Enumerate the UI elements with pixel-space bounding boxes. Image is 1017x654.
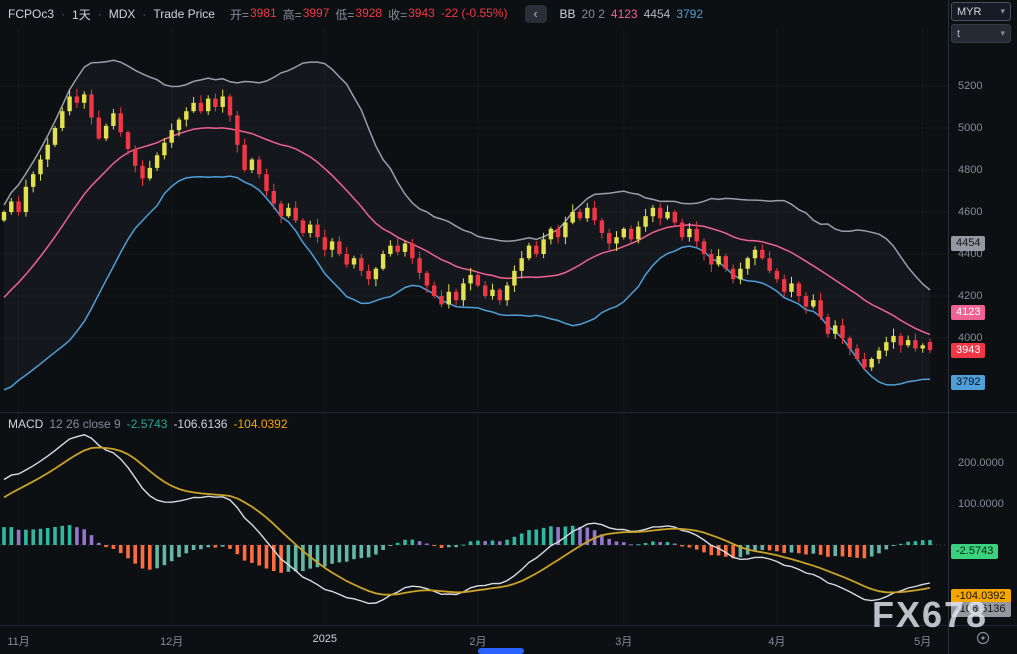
macd-legend[interactable]: MACD 12 26 close 9 -2.5743 -106.6136 -10… xyxy=(8,417,288,431)
time-axis-label: 3月 xyxy=(615,633,632,649)
scroll-to-realtime-icon[interactable] xyxy=(975,630,991,646)
chart-legend-bar[interactable]: FCPOc3 · 1天 · MDX · Trade Price 开=3981 高… xyxy=(0,0,957,28)
currency-value: MYR xyxy=(957,6,981,18)
collapse-legend-button[interactable]: ‹ xyxy=(525,5,547,23)
exchange-label: MDX xyxy=(109,7,136,21)
pane-divider[interactable] xyxy=(0,412,1017,413)
unit-dropdown[interactable]: t ▾ xyxy=(951,24,1011,43)
right-price-axis[interactable]: MYR ▾ t ▾ 5200500048004600440042004000 2… xyxy=(949,0,1017,654)
price-axis-tick: 5000 xyxy=(958,122,982,134)
price-axis-divider xyxy=(948,0,949,654)
price-axis-tick: 4800 xyxy=(958,164,982,176)
macd-params: 12 26 close 9 xyxy=(49,417,120,431)
bb-name: BB xyxy=(560,7,576,21)
high-value: 3997 xyxy=(303,6,330,23)
price-axis-tick: 4200 xyxy=(958,290,982,302)
time-axis-divider xyxy=(0,625,1017,626)
bb-params: 20 2 xyxy=(582,7,605,21)
separator: · xyxy=(142,7,146,21)
macd-line-value: -106.6136 xyxy=(173,417,227,431)
bb-upper-value: 4454 xyxy=(644,7,671,21)
series-type-label: Trade Price xyxy=(153,7,215,21)
open-value: 3981 xyxy=(250,6,277,23)
time-axis-label: 5月 xyxy=(914,633,931,649)
open-label: 开= xyxy=(230,6,249,23)
target-icon xyxy=(975,630,991,646)
price-chart-canvas[interactable] xyxy=(0,28,949,412)
separator: · xyxy=(61,7,65,21)
chevron-down-icon: ▾ xyxy=(1000,28,1005,39)
low-label: 低= xyxy=(335,6,354,23)
bb-upper-badge: 4454 xyxy=(951,236,985,251)
time-axis[interactable]: 11月 12月 2025 2月 3月 4月 5月 xyxy=(0,625,949,654)
time-axis-label: 2025 xyxy=(313,633,337,645)
unit-value: t xyxy=(957,28,960,40)
time-axis-label: 2月 xyxy=(469,633,486,649)
interval-label: 1天 xyxy=(72,6,91,23)
trading-app: FCPOc3 · 1天 · MDX · Trade Price 开=3981 高… xyxy=(0,0,1017,654)
high-label: 高= xyxy=(283,6,302,23)
bb-lower-value: 3792 xyxy=(676,7,703,21)
change-value: -22 (-0.55%) xyxy=(441,6,508,23)
ohlc-readout: 开=3981 高=3997 低=3928 收=3943 -22 (-0.55%) xyxy=(230,6,508,23)
bottom-accent-bar xyxy=(478,648,524,654)
separator: · xyxy=(98,7,102,21)
time-axis-label: 4月 xyxy=(768,633,785,649)
close-label: 收= xyxy=(388,6,407,23)
bb-lower-badge: 3792 xyxy=(951,375,985,390)
close-value: 3943 xyxy=(408,6,435,23)
chevron-down-icon: ▾ xyxy=(1000,6,1005,17)
time-axis-label: 12月 xyxy=(160,633,183,649)
time-axis-label: 11月 xyxy=(7,633,29,649)
macd-axis-tick: 100.0000 xyxy=(958,498,1004,510)
macd-chart-canvas[interactable] xyxy=(0,412,949,625)
price-axis-tick: 4600 xyxy=(958,206,982,218)
bollinger-legend[interactable]: BB 20 2 4123 4454 3792 xyxy=(560,7,703,21)
currency-dropdown[interactable]: MYR ▾ xyxy=(951,2,1011,21)
macd-name: MACD xyxy=(8,417,43,431)
low-value: 3928 xyxy=(355,6,382,23)
macd-hist-value: -2.5743 xyxy=(127,417,168,431)
bb-middle-value: 4123 xyxy=(611,7,638,21)
last-price-badge: 3943 xyxy=(951,343,985,358)
macd-signal-value: -104.0392 xyxy=(233,417,287,431)
bb-middle-badge: 4123 xyxy=(951,305,985,320)
macd-hist-badge: -2.5743 xyxy=(951,544,998,559)
price-axis-tick: 5200 xyxy=(958,80,982,92)
macd-axis-tick: 200.0000 xyxy=(958,457,1004,469)
macd-line-badge: -106.6136 xyxy=(951,602,1011,617)
symbol-label: FCPOc3 xyxy=(8,7,54,21)
